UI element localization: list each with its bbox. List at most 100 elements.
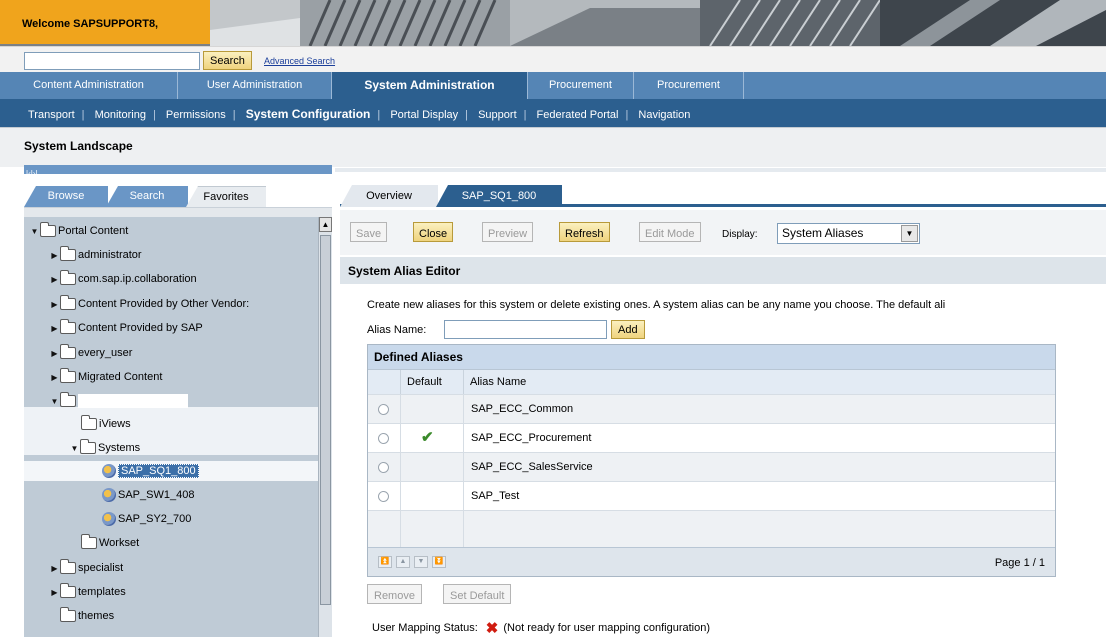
tree-node-iviews[interactable]: iViews	[80, 414, 131, 434]
portal-catalog-panel: ▼ Portal Content ▶ administrator ▶ com.sap.…	[24, 207, 332, 637]
subnav-portal-display[interactable]: Portal Display	[390, 109, 458, 121]
tab-sap-sq1-800[interactable]: SAP_SQ1_800	[436, 185, 562, 207]
tree-node-system-selected[interactable]: SAP_SQ1_800	[102, 461, 199, 481]
set-default-button[interactable]: Set Default	[443, 584, 512, 604]
folder-icon	[60, 344, 76, 359]
portal-content-tree: ▼ Portal Content ▶ administrator ▶ com.sap.…	[24, 217, 318, 637]
collapsed-icon[interactable]: ▶	[50, 349, 59, 358]
expanded-icon[interactable]: ▼	[50, 397, 59, 406]
next-page-icon[interactable]: ▼	[414, 556, 428, 568]
subnav-federated-portal[interactable]: Federated Portal	[537, 109, 619, 121]
tab-search[interactable]: Search	[106, 186, 188, 207]
tree-node-workset[interactable]: Workset	[80, 533, 139, 553]
chevron-down-icon[interactable]: ▼	[901, 225, 918, 242]
subnav-monitoring[interactable]: Monitoring	[95, 109, 146, 121]
page-indicator: Page 1 / 1	[994, 557, 1045, 569]
tab-overview[interactable]: Overview	[340, 185, 438, 207]
tree-node-system[interactable]: SAP_SY2_700	[102, 509, 191, 529]
row-radio[interactable]	[378, 433, 389, 444]
collapse-arrows[interactable]: |‹|›|	[24, 169, 38, 178]
last-page-icon[interactable]: ⏬	[432, 556, 446, 568]
subnav-transport[interactable]: Transport	[28, 109, 75, 121]
refresh-button[interactable]: Refresh	[559, 222, 610, 242]
folder-icon	[60, 270, 76, 285]
subnav-permissions[interactable]: Permissions	[166, 109, 226, 121]
scroll-up-icon[interactable]: ▲	[319, 217, 332, 232]
preview-button[interactable]: Preview	[482, 222, 534, 242]
tab-procurement-1[interactable]: Procurement	[528, 72, 634, 99]
tree-label: iViews	[99, 418, 131, 430]
tree-label: Portal Content	[58, 225, 129, 237]
folder-icon	[60, 607, 76, 622]
table-row[interactable]: SAP_ECC_Common	[368, 394, 1055, 424]
row-radio[interactable]	[378, 491, 389, 502]
subnav-support[interactable]: Support	[478, 109, 517, 121]
tree-node-portal-content[interactable]: ▼ Portal Content	[30, 221, 128, 241]
edit-mode-button[interactable]: Edit Mode	[639, 222, 701, 242]
search-button[interactable]: Search	[203, 51, 252, 70]
tree-label: SAP_SY2_700	[118, 513, 192, 525]
tab-user-administration[interactable]: User Administration	[178, 72, 332, 99]
tab-procurement-2[interactable]: Procurement	[634, 72, 744, 99]
collapsed-icon[interactable]: ▶	[50, 373, 59, 382]
tree-label: SAP_SW1_408	[118, 489, 195, 501]
system-icon	[102, 512, 116, 526]
tab-content-administration[interactable]: Content Administration	[0, 72, 178, 99]
tree-node[interactable]: ▶ every_user	[50, 343, 132, 363]
display-select[interactable]: System Aliases ▼	[777, 223, 920, 244]
tab-system-administration[interactable]: System Administration	[332, 72, 528, 99]
tree-label: templates	[78, 586, 126, 598]
tree-label: themes	[78, 610, 115, 622]
tree-node[interactable]: ▶ com.sap.ip.collaboration	[50, 269, 197, 289]
folder-icon	[81, 415, 97, 430]
remove-button[interactable]: Remove	[367, 584, 422, 604]
search-input[interactable]	[24, 52, 200, 70]
alias-name-input[interactable]	[444, 320, 607, 339]
subnav-system-configuration[interactable]: System Configuration	[246, 107, 371, 121]
add-alias-button[interactable]: Add	[611, 320, 645, 339]
row-select-cell	[368, 395, 401, 424]
table-row[interactable]: SAP_Test	[368, 481, 1055, 511]
tab-favorites[interactable]: Favorites	[186, 186, 266, 207]
display-selected-value: System Aliases	[782, 226, 864, 240]
tree-label: Systems	[98, 442, 141, 454]
tree-node-system[interactable]: SAP_SW1_408	[102, 485, 194, 505]
collapsed-icon[interactable]: ▶	[50, 588, 59, 597]
tree-node[interactable]: ▶ specialist	[50, 558, 123, 578]
scrollbar-thumb[interactable]	[320, 235, 331, 605]
advanced-search-link[interactable]: Advanced Search	[264, 56, 335, 66]
tree-scrollbar[interactable]: ▲	[318, 217, 332, 637]
first-page-icon[interactable]: ⏫	[378, 556, 392, 568]
collapsed-icon[interactable]: ▶	[50, 251, 59, 260]
tree-node-systems[interactable]: ▼ Systems	[70, 438, 140, 458]
row-radio[interactable]	[378, 462, 389, 473]
tree-node-redacted[interactable]: ▼	[50, 391, 188, 411]
tree-node[interactable]: ▶ administrator	[50, 245, 142, 265]
expanded-icon[interactable]: ▼	[70, 444, 79, 453]
table-row[interactable]: ✔ SAP_ECC_Procurement	[368, 423, 1055, 453]
save-button[interactable]: Save	[350, 222, 388, 242]
collapsed-icon[interactable]: ▶	[50, 564, 59, 573]
search-bar: Search Advanced Search	[0, 46, 1106, 72]
collapsed-icon[interactable]: ▶	[50, 324, 59, 333]
tab-browse[interactable]: Browse	[24, 186, 108, 207]
table-row[interactable]: SAP_ECC_SalesService	[368, 452, 1055, 482]
close-button[interactable]: Close	[413, 222, 454, 242]
page-title-bar: System Landscape |‹|›|	[0, 127, 1106, 178]
redacted-label	[78, 394, 188, 408]
row-radio[interactable]	[378, 404, 389, 415]
panel-collapse-bar[interactable]: |‹|›|	[24, 165, 332, 178]
tree-node[interactable]: ▶ Content Provided by SAP	[50, 318, 203, 338]
folder-icon	[81, 534, 97, 549]
divider	[335, 168, 1106, 172]
collapsed-icon[interactable]: ▶	[50, 275, 59, 284]
tree-node[interactable]: ▶ Content Provided by Other Vendor:	[50, 294, 249, 314]
previous-page-icon[interactable]: ▲	[396, 556, 410, 568]
tree-node[interactable]: themes	[59, 606, 114, 626]
collapsed-icon[interactable]: ▶	[50, 300, 59, 309]
tree-node[interactable]: ▶ Migrated Content	[50, 367, 162, 387]
folder-icon	[60, 392, 76, 407]
expanded-icon[interactable]: ▼	[30, 227, 39, 236]
subnav-navigation[interactable]: Navigation	[638, 109, 690, 121]
tree-node[interactable]: ▶ templates	[50, 582, 126, 602]
